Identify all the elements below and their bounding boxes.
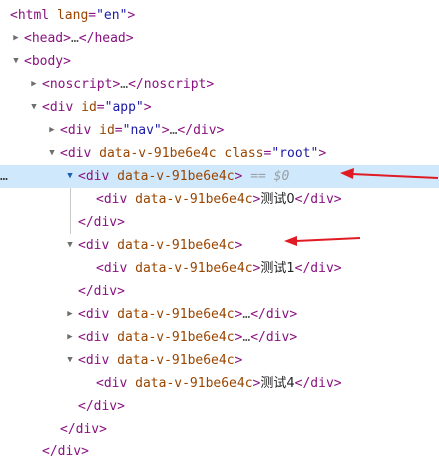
expanded-triangle-icon[interactable]: ▼ <box>64 234 76 257</box>
annotation-arrow-icon <box>340 168 439 179</box>
console-ref-marker: == $0 <box>242 169 290 184</box>
expanded-triangle-icon[interactable]: ▼ <box>64 349 76 372</box>
node-item0-child[interactable]: <div data-v-91be6e4c>测试0</div> <box>0 188 439 211</box>
collapsed-triangle-icon[interactable]: ▶ <box>28 73 40 96</box>
collapsed-triangle-icon[interactable]: ▶ <box>46 119 58 142</box>
collapsed-triangle-icon[interactable]: ▶ <box>64 303 76 326</box>
expanded-triangle-icon[interactable]: ▼ <box>28 96 40 119</box>
node-head[interactable]: ▶ <head>…</head> <box>0 27 439 50</box>
node-nav[interactable]: ▶ <div id="nav">…</div> <box>0 119 439 142</box>
node-item3[interactable]: ▶ <div data-v-91be6e4c>…</div> <box>0 326 439 349</box>
annotation-arrow-icon <box>284 236 361 246</box>
node-item1-close: </div> <box>78 284 125 299</box>
node-item0-close: </div> <box>78 215 125 230</box>
node-app[interactable]: ▼ <div id="app"> <box>0 96 439 119</box>
node-html[interactable]: <html lang="en"> <box>0 4 439 27</box>
node-item1[interactable]: ▼ <div data-v-91be6e4c> <box>0 234 439 257</box>
node-noscript[interactable]: ▶ <noscript>…</noscript> <box>0 73 439 96</box>
node-root[interactable]: ▼ <div data-v-91be6e4c class="root"> <box>0 142 439 165</box>
node-item4[interactable]: ▼ <div data-v-91be6e4c> <box>0 349 439 372</box>
selection-dots: … <box>0 169 8 184</box>
node-item1-child[interactable]: <div data-v-91be6e4c>测试1</div> <box>0 257 439 280</box>
expanded-triangle-icon[interactable]: ▼ <box>64 165 76 188</box>
node-body[interactable]: ▼ <body> <box>0 50 439 73</box>
node-item2[interactable]: ▶ <div data-v-91be6e4c>…</div> <box>0 303 439 326</box>
node-item4-child[interactable]: <div data-v-91be6e4c>测试4</div> <box>0 372 439 395</box>
collapsed-triangle-icon[interactable]: ▶ <box>64 326 76 349</box>
expanded-triangle-icon[interactable]: ▼ <box>46 142 58 165</box>
collapsed-triangle-icon[interactable]: ▶ <box>10 27 22 50</box>
node-app-close: </div> <box>42 444 89 459</box>
expanded-triangle-icon[interactable]: ▼ <box>10 50 22 73</box>
node-root-close: </div> <box>60 422 107 437</box>
node-item4-close: </div> <box>78 399 125 414</box>
